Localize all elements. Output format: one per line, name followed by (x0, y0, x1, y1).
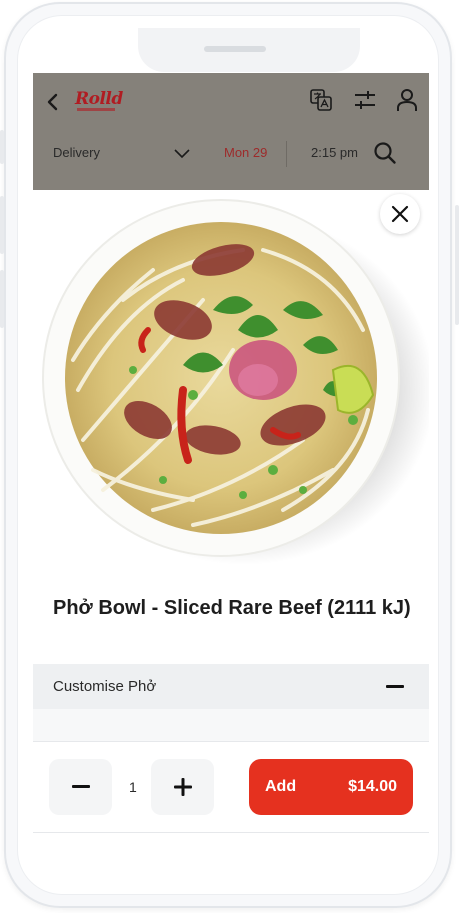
add-button-price: $14.00 (348, 778, 397, 795)
filter-icon[interactable] (352, 87, 378, 113)
order-time[interactable]: 2:15 pm (311, 145, 358, 160)
decrease-quantity-button[interactable] (49, 759, 112, 815)
add-button-label: Add (265, 778, 297, 795)
search-icon[interactable] (373, 141, 397, 165)
order-type-select[interactable]: Delivery (53, 145, 100, 160)
minus-icon (71, 785, 90, 788)
user-icon[interactable] (394, 87, 420, 113)
product-title: Phở Bowl - Sliced Rare Beef (2111 kJ) (53, 597, 411, 619)
header-divider (286, 141, 287, 167)
phone-side-button (0, 270, 4, 328)
add-to-cart-bar: 1 Add $14.00 (33, 741, 429, 833)
app-header: Rolld Delivery Mon 29 2:15 pm (33, 73, 429, 190)
order-date[interactable]: Mon 29 (224, 145, 267, 160)
phone-speaker (204, 46, 266, 52)
close-icon (391, 205, 409, 223)
customise-content (33, 709, 429, 741)
app-screen: Rolld Delivery Mon 29 2:15 pm Phở Bowl -… (33, 73, 429, 875)
phone-side-button (0, 130, 4, 164)
phone-side-button (0, 196, 4, 254)
customise-label: Customise Phở (53, 678, 157, 695)
phone-side-button (455, 205, 459, 325)
close-button[interactable] (380, 194, 420, 234)
back-icon[interactable] (42, 91, 64, 113)
brand-logo[interactable]: Rolld (75, 89, 123, 115)
product-image (42, 199, 429, 565)
translate-icon[interactable] (308, 87, 334, 113)
quantity-value: 1 (129, 779, 137, 795)
plus-icon (173, 778, 192, 796)
product-image-area (33, 190, 429, 570)
chevron-down-icon[interactable] (173, 146, 191, 160)
add-to-cart-button[interactable]: Add $14.00 (249, 759, 413, 815)
header-top-row: Rolld (33, 73, 429, 133)
customise-section-toggle[interactable]: Customise Phở (33, 664, 429, 709)
logo-underline (77, 108, 115, 111)
collapse-icon[interactable] (386, 685, 404, 688)
logo-text: Rolld (75, 89, 123, 109)
header-order-row: Delivery Mon 29 2:15 pm (33, 135, 429, 190)
increase-quantity-button[interactable] (151, 759, 214, 815)
